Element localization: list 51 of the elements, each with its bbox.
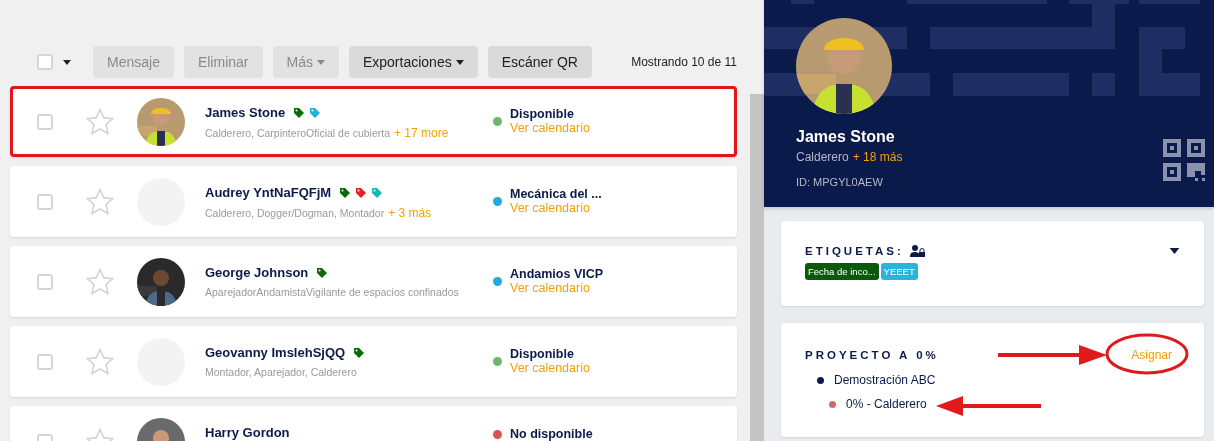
- project-title: PROYECTO A 0%: [805, 349, 939, 361]
- tag-icon: [355, 186, 368, 199]
- highlighted-worker-card[interactable]: James Stone Calderero, CarpinteroOficial de cubierta + 17 more Disponible Ver calendario: [10, 86, 737, 157]
- expand-caret-icon[interactable]: [1169, 248, 1180, 254]
- more-trades-link[interactable]: + 18 más: [852, 150, 903, 164]
- worker-card[interactable]: Harry Gordon No disponible: [10, 406, 737, 441]
- worker-card[interactable]: Geovanny ImslehSjQQ Montador, Aparejador, Calderero Disponible Ver calendario: [10, 326, 737, 397]
- qr-code-icon[interactable]: [1163, 139, 1205, 181]
- user-lock-icon: [909, 245, 925, 257]
- tag-chip[interactable]: Fecha de inco...: [805, 263, 879, 280]
- worker-card[interactable]: George Johnson AparejadorAndamistaVigilante de espacios confinados Andamios VICP Ver calendario: [10, 246, 737, 317]
- tag-icon: [353, 346, 366, 359]
- profile-name: James Stone: [796, 128, 896, 146]
- status-label: Disponible: [510, 347, 575, 361]
- row-checkbox[interactable]: [37, 273, 53, 290]
- status-label: Mecánica del ...: [510, 187, 602, 201]
- worker-name[interactable]: James Stone: [205, 105, 286, 120]
- worker-card[interactable]: Audrey YntNaFQFjM Calderero, Dogger/Dogman, Montador + 3 más Mecánica del ... Ver calendario: [10, 166, 737, 237]
- toolbar-button[interactable]: Exportaciones: [348, 46, 478, 78]
- profile-id: ID: MPGYL0AEW: [796, 176, 884, 188]
- star-icon[interactable]: [85, 346, 115, 377]
- tags-title: ETIQUETAS:: [805, 245, 904, 257]
- tag-icon: [293, 106, 306, 119]
- star-icon[interactable]: [85, 106, 115, 137]
- tag-icon: [339, 186, 352, 199]
- row-checkbox[interactable]: [37, 113, 53, 130]
- star-icon[interactable]: [85, 266, 115, 297]
- tag-icon: [309, 106, 322, 119]
- status-label: Disponible: [510, 107, 575, 121]
- tag-icon: [371, 186, 384, 199]
- profile-trade: Calderero: [796, 150, 849, 164]
- status-label: Andamios VICP: [510, 267, 604, 281]
- project-name: Demostración ABC: [834, 373, 936, 387]
- worker-name[interactable]: Audrey YntNaFQFjM: [205, 185, 332, 200]
- tag-icon: [316, 266, 329, 279]
- toolbar-button[interactable]: Escáner QR: [487, 46, 592, 78]
- worker-name[interactable]: Geovanny ImslehSjQQ: [205, 345, 346, 360]
- worker-name[interactable]: Harry Gordon: [205, 425, 290, 440]
- row-checkbox[interactable]: [37, 353, 53, 370]
- result-count: Mostrando 10 de 11: [631, 55, 737, 69]
- worker-trades: Calderero, Dogger/Dogman, Montador: [205, 207, 385, 219]
- scrollbar[interactable]: [750, 94, 764, 441]
- status-label: No disponible: [510, 427, 593, 441]
- worker-trades: Calderero, CarpinteroOficial de cubierta: [205, 127, 390, 139]
- worker-name[interactable]: George Johnson: [205, 265, 309, 280]
- row-checkbox[interactable]: [37, 193, 53, 210]
- worker-trades: Montador, Aparejador, Calderero: [205, 366, 357, 378]
- role-label: 0% - Calderero: [846, 397, 927, 411]
- star-icon[interactable]: [85, 186, 115, 217]
- worker-trades: AparejadorAndamistaVigilante de espacios confinados: [205, 286, 459, 298]
- select-all-checkbox[interactable]: [37, 54, 53, 70]
